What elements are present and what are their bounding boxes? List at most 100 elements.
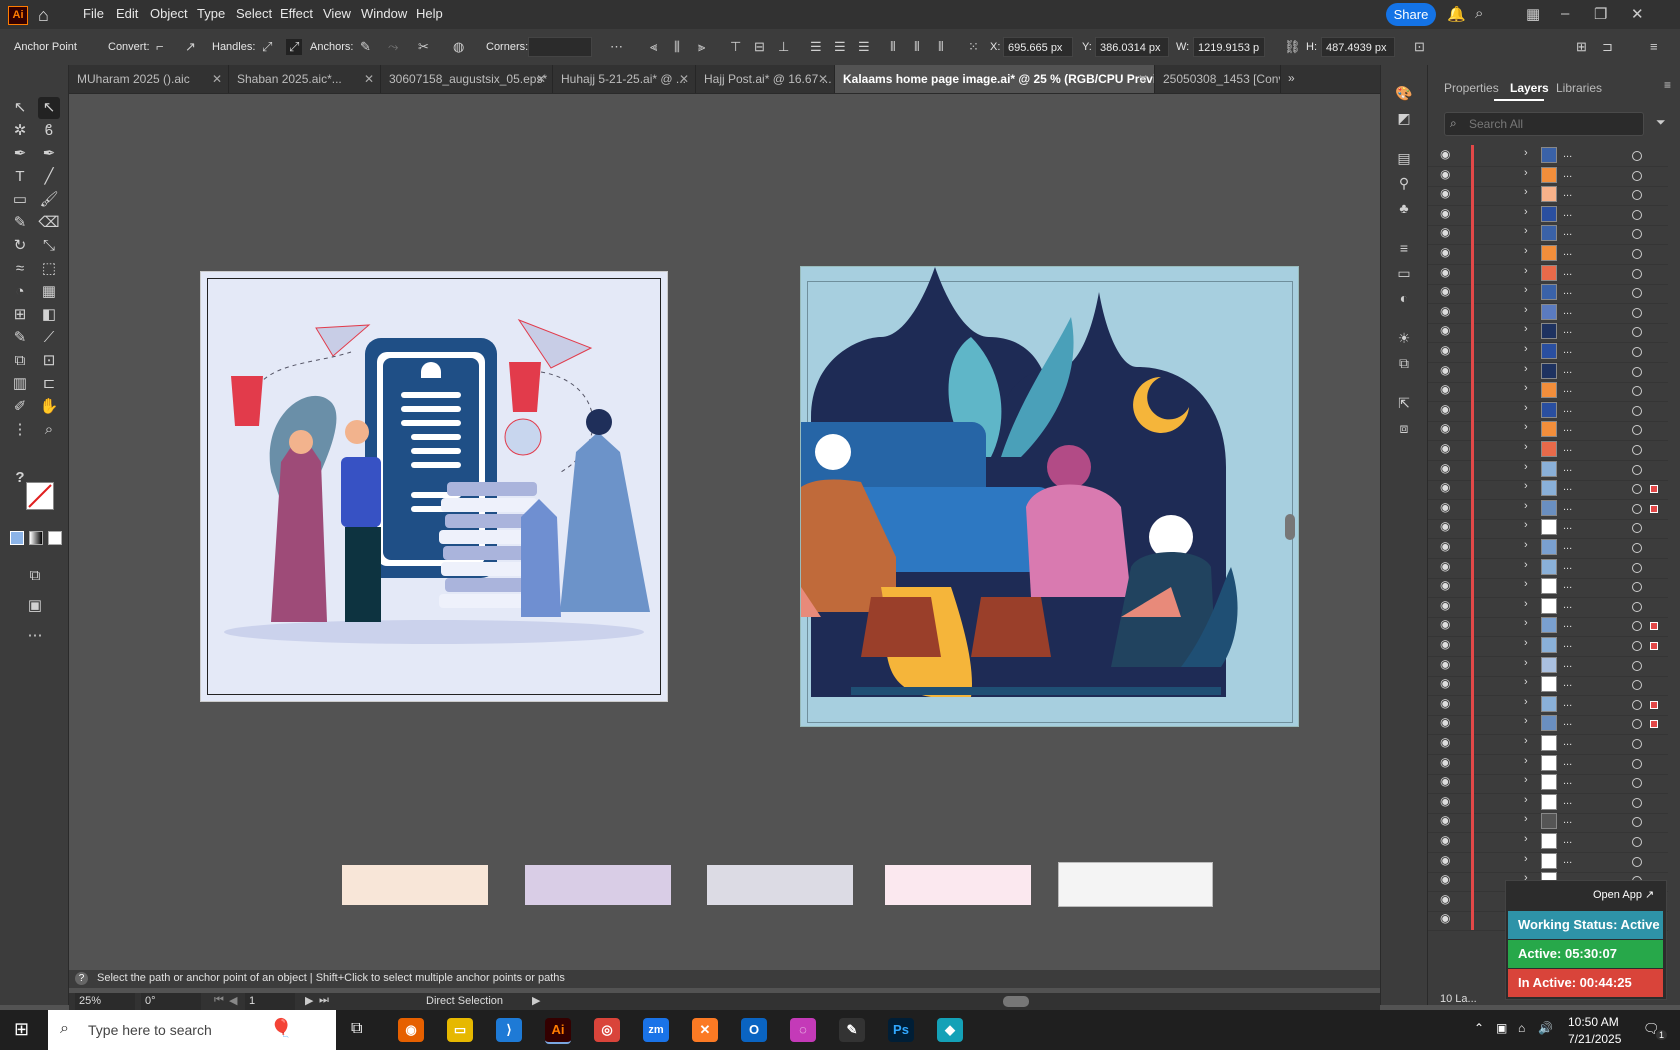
visibility-eye-icon[interactable]: ◉ xyxy=(1440,813,1450,827)
target-circle-icon[interactable] xyxy=(1632,405,1642,416)
visibility-eye-icon[interactable]: ◉ xyxy=(1440,598,1450,612)
symbol-sprayer-tool-icon[interactable]: ⊡ xyxy=(38,350,60,372)
layer-name[interactable]: ... xyxy=(1563,344,1572,356)
layer-name[interactable]: ... xyxy=(1563,481,1572,493)
tab-huhajj[interactable]: Huhajj 5-21-25.ai* @ ... ✕ xyxy=(553,65,696,93)
connect-anchor-icon[interactable]: ⤳ xyxy=(388,39,398,55)
close-tab-icon[interactable]: ✕ xyxy=(212,65,222,93)
visibility-eye-icon[interactable]: ◉ xyxy=(1440,539,1450,553)
layer-name[interactable]: ... xyxy=(1563,560,1572,572)
status-menu-icon[interactable]: ▶ xyxy=(532,994,540,1007)
expand-chevron-icon[interactable]: › xyxy=(1524,578,1528,590)
expand-chevron-icon[interactable]: › xyxy=(1524,363,1528,375)
selection-indicator[interactable] xyxy=(1650,642,1658,650)
expand-chevron-icon[interactable]: › xyxy=(1524,794,1528,806)
target-circle-icon[interactable] xyxy=(1632,641,1642,651)
distribute-top-icon[interactable]: ☰ xyxy=(810,39,822,55)
target-circle-icon[interactable] xyxy=(1632,151,1642,161)
tab-kalaams-home[interactable]: Kalaams home page image.ai* @ 25 % (RGB/… xyxy=(835,65,1155,93)
menu-file[interactable]: File xyxy=(83,6,104,21)
layer-name[interactable]: ... xyxy=(1563,364,1572,376)
visibility-eye-icon[interactable]: ◉ xyxy=(1440,578,1450,592)
hand-tool-icon[interactable]: ✋ xyxy=(38,396,60,418)
target-circle-icon[interactable] xyxy=(1632,543,1642,553)
visibility-eye-icon[interactable]: ◉ xyxy=(1440,735,1450,749)
eraser-tool-icon[interactable]: ⌫ xyxy=(38,212,60,234)
tab-layers[interactable]: Layers xyxy=(1510,81,1549,95)
color-panel-icon[interactable]: 🎨 xyxy=(1394,85,1414,105)
expand-chevron-icon[interactable]: › xyxy=(1524,421,1528,433)
expand-chevron-icon[interactable]: › xyxy=(1524,500,1528,512)
selection-indicator[interactable] xyxy=(1650,720,1658,729)
align-top-icon[interactable]: ⊤ xyxy=(730,39,741,55)
target-circle-icon[interactable] xyxy=(1632,660,1642,671)
target-circle-icon[interactable] xyxy=(1632,856,1642,867)
windows-start-icon[interactable]: ⊞ xyxy=(14,1019,29,1040)
target-circle-icon[interactable] xyxy=(1632,797,1642,808)
shape-builder-tool-icon[interactable]: ◔ xyxy=(9,281,31,303)
target-circle-icon[interactable] xyxy=(1632,562,1642,573)
distribute-vcenter-icon[interactable]: ☰ xyxy=(834,39,846,55)
visibility-eye-icon[interactable]: ◉ xyxy=(1440,480,1450,494)
visibility-eye-icon[interactable]: ◉ xyxy=(1440,402,1450,416)
shaper-tool-icon[interactable]: ✎ xyxy=(9,212,31,234)
eyedropper-tool-icon[interactable]: ✎ xyxy=(9,327,31,349)
target-circle-icon[interactable] xyxy=(1632,680,1642,691)
expand-chevron-icon[interactable]: › xyxy=(1524,519,1528,531)
convert-corner-icon[interactable]: ⌐ xyxy=(156,39,164,54)
visibility-eye-icon[interactable]: ◉ xyxy=(1440,696,1450,710)
visibility-eye-icon[interactable]: ◉ xyxy=(1440,872,1450,886)
layer-name[interactable]: ... xyxy=(1563,246,1572,258)
expand-chevron-icon[interactable]: › xyxy=(1524,461,1528,473)
visibility-eye-icon[interactable]: ◉ xyxy=(1440,500,1450,514)
layer-name[interactable]: ... xyxy=(1563,814,1572,826)
minimize-icon[interactable]: – xyxy=(1561,5,1569,22)
layer-name[interactable]: ... xyxy=(1563,795,1572,807)
distribute-right-icon[interactable]: ⦀ xyxy=(938,39,944,55)
visibility-eye-icon[interactable]: ◉ xyxy=(1440,323,1450,337)
artboard-left[interactable] xyxy=(200,271,668,702)
layer-name[interactable]: ... xyxy=(1563,834,1572,846)
target-circle-icon[interactable] xyxy=(1632,386,1642,397)
target-circle-icon[interactable] xyxy=(1632,307,1642,318)
layer-name[interactable]: ... xyxy=(1563,442,1572,454)
expand-chevron-icon[interactable]: › xyxy=(1524,343,1528,355)
vertical-scrollbar[interactable] xyxy=(1285,514,1295,540)
canvas[interactable] xyxy=(69,94,1368,970)
target-circle-icon[interactable] xyxy=(1632,347,1642,357)
target-circle-icon[interactable] xyxy=(1632,837,1642,847)
search-icon[interactable]: ⌕ xyxy=(1475,5,1483,22)
visibility-eye-icon[interactable]: ◉ xyxy=(1440,676,1450,690)
expand-chevron-icon[interactable]: › xyxy=(1524,323,1528,335)
target-circle-icon[interactable] xyxy=(1632,503,1642,514)
app-icon[interactable]: ◆ xyxy=(937,1018,963,1042)
share-button[interactable]: Share xyxy=(1386,3,1436,26)
artboard-thumb-3[interactable] xyxy=(707,865,853,905)
visibility-eye-icon[interactable]: ◉ xyxy=(1440,794,1450,808)
distribute-hcenter-icon[interactable]: ⦀ xyxy=(914,39,920,55)
restore-icon[interactable]: ❐ xyxy=(1594,5,1607,23)
gradient-mode-icon[interactable] xyxy=(29,531,43,545)
layer-name[interactable]: ... xyxy=(1563,520,1572,532)
corners-input[interactable] xyxy=(528,37,592,57)
layer-name[interactable]: ... xyxy=(1563,501,1572,513)
graph-tool-icon[interactable]: ▥ xyxy=(9,373,31,395)
close-icon[interactable]: ✕ xyxy=(1631,5,1644,23)
expand-chevron-icon[interactable]: › xyxy=(1524,147,1528,159)
layer-name[interactable]: ... xyxy=(1563,187,1572,199)
tab-libraries[interactable]: Libraries xyxy=(1556,81,1602,95)
artboards-panel-icon[interactable]: ⧈ xyxy=(1394,420,1414,440)
close-tab-icon[interactable]: ✕ xyxy=(679,65,689,93)
taskbar-search-input[interactable]: Type here to search xyxy=(48,1010,336,1050)
pen-tool-icon[interactable]: ✒ xyxy=(9,143,31,165)
first-artboard-icon[interactable]: ⏮ xyxy=(214,994,224,1007)
layer-name[interactable]: ... xyxy=(1563,658,1572,670)
gradient-panel-icon[interactable]: ▭ xyxy=(1394,265,1414,285)
tray-app-icon[interactable]: ▣ xyxy=(1496,1021,1507,1035)
visibility-eye-icon[interactable]: ◉ xyxy=(1440,363,1450,377)
free-transform-tool-icon[interactable]: ⬚ xyxy=(38,258,60,280)
visibility-eye-icon[interactable]: ◉ xyxy=(1440,519,1450,533)
layer-name[interactable]: ... xyxy=(1563,697,1572,709)
screen-mode-icon[interactable]: ▣ xyxy=(24,595,46,617)
pen-app-icon[interactable]: ✎ xyxy=(839,1018,865,1042)
